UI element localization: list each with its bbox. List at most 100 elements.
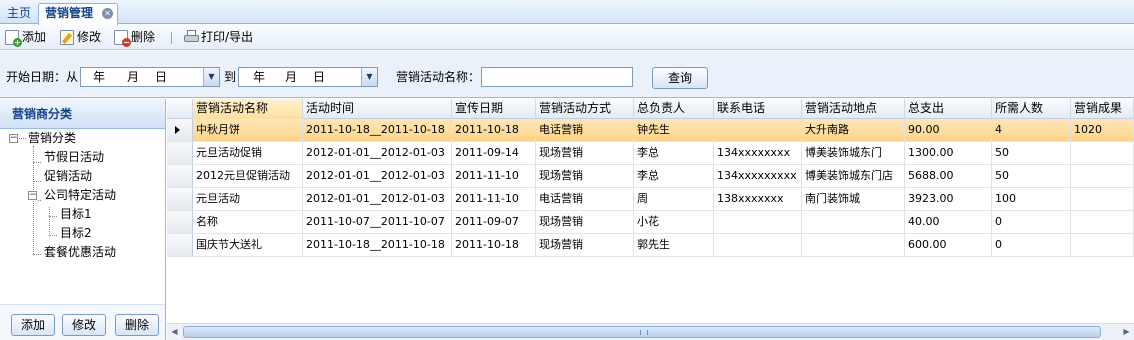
cell[interactable]: 李总 — [634, 165, 714, 187]
cell[interactable]: 90.00 — [905, 119, 992, 141]
tab-home[interactable]: 主页 — [0, 3, 38, 24]
cell[interactable]: 2011-10-18 — [452, 234, 536, 256]
column-header-time[interactable]: 活动时间 — [303, 99, 452, 119]
cell[interactable]: 国庆节大送礼 — [193, 234, 303, 256]
tree-node-marketing-category[interactable]: 营销分类 — [28, 129, 76, 148]
table-row[interactable]: 国庆节大送礼 2011-10-18__2011-10-18 2011-10-18… — [167, 234, 1134, 257]
tree-node-package-discount[interactable]: 套餐优惠活动 — [44, 243, 116, 262]
cell[interactable]: 600.00 — [905, 234, 992, 256]
row-header[interactable] — [167, 211, 193, 233]
cell[interactable]: 2011-09-07 — [452, 211, 536, 233]
cell[interactable]: 中秋月饼 — [193, 119, 303, 141]
cell[interactable]: 2012-01-01__2012-01-03 — [303, 188, 452, 210]
column-header-manager[interactable]: 总负责人 — [634, 99, 714, 119]
cell[interactable]: 元旦活动 — [193, 188, 303, 210]
collapse-icon[interactable]: − — [28, 191, 37, 200]
cell[interactable]: 2011-09-14 — [452, 142, 536, 164]
print-export-button[interactable]: 打印/导出 — [182, 29, 253, 46]
cell[interactable] — [1071, 188, 1134, 210]
cell[interactable]: 0 — [992, 234, 1071, 256]
cell[interactable] — [802, 234, 905, 256]
table-row[interactable]: 名称 2011-10-07__2011-10-07 2011-09-07 现场营… — [167, 211, 1134, 234]
tree-node-target-2[interactable]: 目标2 — [60, 224, 92, 243]
cell[interactable]: 50 — [992, 165, 1071, 187]
category-edit-button[interactable]: 修改 — [62, 314, 106, 336]
cell[interactable]: 现场营销 — [536, 211, 634, 233]
table-row[interactable]: 中秋月饼 2011-10-18__2011-10-18 2011-10-18 电… — [167, 119, 1134, 142]
chevron-down-icon[interactable]: ▼ — [203, 68, 219, 86]
table-row[interactable]: 2012元旦促销活动 2012-01-01__2012-01-03 2011-1… — [167, 165, 1134, 188]
cell[interactable] — [1071, 234, 1134, 256]
query-button[interactable]: 查询 — [652, 67, 708, 89]
tree-node-holiday-activity[interactable]: 节假日活动 — [44, 148, 104, 167]
cell[interactable]: 2011-11-10 — [452, 165, 536, 187]
cell[interactable]: 元旦活动促销 — [193, 142, 303, 164]
cell[interactable]: 电话营销 — [536, 188, 634, 210]
tree-node-target-1[interactable]: 目标1 — [60, 205, 92, 224]
tree-node-company-activity[interactable]: 公司特定活动 — [44, 186, 116, 205]
cell[interactable]: 郭先生 — [634, 234, 714, 256]
column-header-location[interactable]: 营销活动地点 — [802, 99, 905, 119]
cell[interactable]: 大升南路 — [802, 119, 905, 141]
cell[interactable]: 134xxxxxxxxx — [714, 165, 802, 187]
cell[interactable]: 博美装饰城东门店 — [802, 165, 905, 187]
cell[interactable] — [714, 119, 802, 141]
tree-node-promotion-activity[interactable]: 促销活动 — [44, 167, 92, 186]
cell[interactable]: 1300.00 — [905, 142, 992, 164]
column-header-phone[interactable]: 联系电话 — [714, 99, 802, 119]
collapse-icon[interactable]: − — [9, 134, 18, 143]
column-header-headcount[interactable]: 所需人数 — [992, 99, 1071, 119]
category-delete-button[interactable]: 删除 — [115, 314, 159, 336]
cell[interactable]: 钟先生 — [634, 119, 714, 141]
from-date-picker[interactable]: 年 月 日 ▼ — [80, 67, 220, 87]
horizontal-scrollbar[interactable]: ◀ ▶ — [167, 323, 1134, 340]
cell[interactable]: 4 — [992, 119, 1071, 141]
scroll-left-icon[interactable]: ◀ — [167, 325, 182, 339]
cell[interactable]: 50 — [992, 142, 1071, 164]
edit-button[interactable]: 修改 — [58, 29, 101, 46]
cell[interactable] — [1071, 211, 1134, 233]
column-header-promo-date[interactable]: 宣传日期 — [452, 99, 536, 119]
row-header[interactable] — [167, 188, 193, 210]
cell[interactable]: 2011-10-18 — [452, 119, 536, 141]
cell[interactable]: 5688.00 — [905, 165, 992, 187]
cell[interactable]: 2012-01-01__2012-01-03 — [303, 165, 452, 187]
row-header[interactable] — [167, 234, 193, 256]
column-header-expense[interactable]: 总支出 — [905, 99, 992, 119]
cell[interactable]: 李总 — [634, 142, 714, 164]
cell[interactable] — [802, 211, 905, 233]
cell[interactable]: 2012元旦促销活动 — [193, 165, 303, 187]
delete-button[interactable]: − 删除 — [112, 29, 155, 47]
row-header[interactable] — [167, 119, 193, 141]
cell[interactable]: 博美装饰城东门 — [802, 142, 905, 164]
row-header[interactable] — [167, 142, 193, 164]
cell[interactable]: 0 — [992, 211, 1071, 233]
cell[interactable]: 2011-10-18__2011-10-18 — [303, 119, 452, 141]
chevron-down-icon[interactable]: ▼ — [361, 68, 377, 86]
cell[interactable]: 现场营销 — [536, 142, 634, 164]
cell[interactable]: 40.00 — [905, 211, 992, 233]
cell[interactable]: 名称 — [193, 211, 303, 233]
cell[interactable] — [1071, 165, 1134, 187]
cell[interactable]: 小花 — [634, 211, 714, 233]
close-icon[interactable]: ✕ — [102, 8, 113, 19]
table-row[interactable]: 元旦活动 2012-01-01__2012-01-03 2011-11-10 电… — [167, 188, 1134, 211]
cell[interactable] — [1071, 142, 1134, 164]
cell[interactable]: 现场营销 — [536, 234, 634, 256]
scrollbar-thumb[interactable] — [183, 326, 1101, 338]
add-button[interactable]: + 添加 — [3, 29, 46, 47]
column-header-method[interactable]: 营销活动方式 — [536, 99, 634, 119]
cell[interactable]: 电话营销 — [536, 119, 634, 141]
cell[interactable]: 2011-10-18__2011-10-18 — [303, 234, 452, 256]
row-header[interactable] — [167, 165, 193, 187]
table-row[interactable]: 元旦活动促销 2012-01-01__2012-01-03 2011-09-14… — [167, 142, 1134, 165]
column-header-name[interactable]: 营销活动名称 — [193, 99, 303, 119]
cell[interactable]: 100 — [992, 188, 1071, 210]
activity-name-input[interactable] — [481, 67, 633, 87]
to-date-picker[interactable]: 年 月 日 ▼ — [238, 67, 378, 87]
cell[interactable]: 周 — [634, 188, 714, 210]
column-header-result[interactable]: 营销成果 — [1071, 99, 1134, 119]
cell[interactable]: 2011-11-10 — [452, 188, 536, 210]
cell[interactable]: 134xxxxxxxx — [714, 142, 802, 164]
cell[interactable]: 2011-10-07__2011-10-07 — [303, 211, 452, 233]
